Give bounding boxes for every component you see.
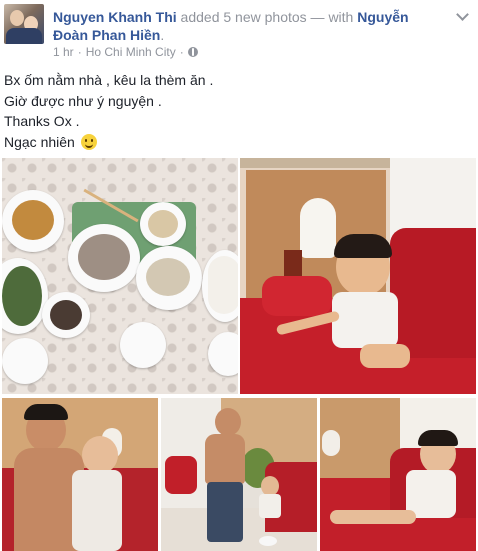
flowers: [322, 430, 340, 456]
globe-icon[interactable]: [187, 47, 198, 57]
chevron-down-icon[interactable]: [456, 10, 468, 22]
boiled-meat: [78, 234, 130, 280]
pork-rolls: [146, 258, 190, 296]
meatballs: [148, 210, 178, 238]
post-time-link[interactable]: 1 hr: [53, 45, 74, 59]
post-line: Bx ốm nằm nhà , kêu la thèm ăn .: [4, 72, 214, 88]
author-name-link[interactable]: Nguyen Khanh Thi: [53, 9, 177, 25]
child-shirt: [72, 470, 122, 551]
meta-separator: ·: [179, 45, 184, 59]
man-torso: [205, 434, 245, 484]
meta-separator: ·: [77, 45, 82, 59]
child-hair: [418, 430, 458, 446]
photo-food-table[interactable]: [2, 158, 238, 394]
author-avatar[interactable]: [4, 4, 44, 44]
child-head: [261, 476, 279, 496]
smile-emoji-icon: [80, 133, 97, 150]
flower-arrangement: [300, 198, 336, 258]
plate-meat: [68, 224, 140, 292]
child-shirt: [332, 292, 398, 348]
post-header: Nguyen Khanh Thi added 5 new photos — wi…: [4, 4, 474, 64]
avatar-face-adult: [10, 10, 24, 26]
post-meta: 1 hr · Ho Chi Minh City ·: [53, 45, 198, 59]
post-line-last: Ngạc nhiên: [4, 132, 464, 153]
sofa-armrest: [262, 276, 332, 316]
empty-bowl: [120, 322, 166, 368]
man-jeans: [207, 482, 243, 542]
child-legs: [360, 344, 410, 368]
photo-child-sitting-sofa[interactable]: [320, 398, 476, 551]
photo-father-and-child-room[interactable]: [161, 398, 317, 551]
rice: [208, 256, 238, 314]
man-head: [215, 408, 241, 436]
dipping-sauce: [50, 300, 82, 330]
child-shirt: [259, 494, 281, 518]
tagged-end: .: [160, 27, 165, 43]
red-vase: [284, 250, 302, 276]
child-hair: [334, 234, 392, 258]
red-chair: [165, 456, 197, 494]
post-message: Bx ốm nằm nhà , kêu la thèm ăn . Giờ đượ…: [4, 70, 464, 152]
post-line-text: Ngạc nhiên: [4, 133, 75, 150]
avatar-clothing: [6, 28, 42, 44]
post-action-text: added 5 new photos — with: [176, 9, 358, 25]
photo-child-on-sofa[interactable]: [240, 158, 476, 394]
post-headline: Nguyen Khanh Thi added 5 new photos — wi…: [53, 8, 433, 44]
man-hair: [24, 404, 68, 420]
child-legs: [330, 510, 416, 524]
red-sofa-back: [390, 228, 476, 358]
child-head: [82, 436, 118, 474]
photo-father-hugging-child[interactable]: [2, 398, 158, 551]
empty-bowl: [2, 338, 48, 384]
bowl-meatballs: [140, 202, 186, 246]
bowl-sauce: [42, 292, 90, 338]
omelette: [12, 200, 54, 240]
small-bowl: [259, 536, 277, 546]
plate-omelette: [2, 190, 64, 252]
post-location-link[interactable]: Ho Chi Minh City: [86, 45, 176, 59]
vegetable-soup: [2, 266, 42, 326]
post-line: Giờ được như ý nguyện .: [4, 92, 162, 109]
post-line: Thanks Ox .: [4, 113, 80, 129]
plate-pork-rolls: [136, 246, 202, 310]
